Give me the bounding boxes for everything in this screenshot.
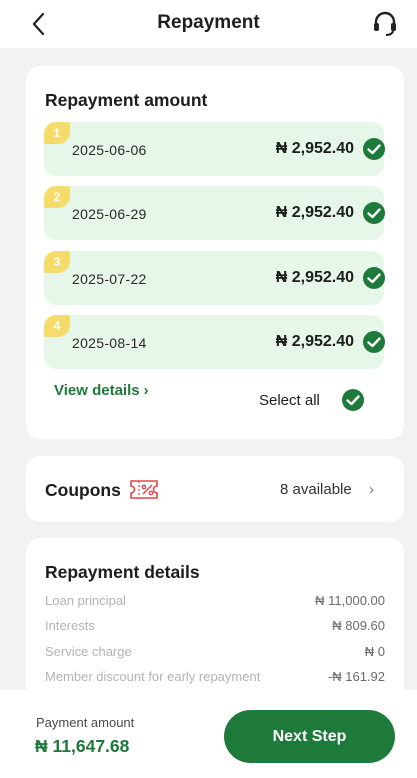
check-circle-icon[interactable] — [362, 266, 386, 290]
check-circle-icon[interactable] — [362, 201, 386, 225]
coupons-label: Coupons — [45, 480, 121, 500]
detail-row: Interests ₦ 809.60 — [45, 618, 385, 638]
repayment-details-card: Repayment details Loan principal ₦ 11,00… — [26, 538, 404, 708]
detail-value: ₦ 0 — [364, 644, 385, 659]
installment-row[interactable]: 1 2025-06-06 ₦ 2,952.40 — [44, 122, 386, 176]
select-all-check-icon[interactable] — [341, 388, 365, 412]
detail-label: Interests — [45, 618, 95, 633]
detail-value: ₦ 809.60 — [332, 618, 385, 633]
installment-date: 2025-06-06 — [72, 142, 147, 158]
installment-number-badge: 2 — [44, 186, 70, 208]
detail-label: Member discount for early repayment — [45, 669, 261, 684]
installment-amount: ₦ 2,952.40 — [275, 204, 354, 221]
repayment-amount-card: Repayment amount 1 2025-06-06 ₦ 2,952.40… — [26, 66, 404, 439]
detail-label: Service charge — [45, 644, 132, 659]
page-title: Repayment — [157, 12, 260, 33]
coupons-card[interactable]: Coupons 8 available › — [26, 456, 404, 522]
check-circle-icon[interactable] — [362, 137, 386, 161]
installment-row[interactable]: 4 2025-08-14 ₦ 2,952.40 — [44, 315, 386, 369]
headset-support-icon[interactable] — [371, 10, 399, 38]
detail-row: Loan principal ₦ 11,000.00 — [45, 593, 385, 613]
payment-amount-value: ₦ 11,647.68 — [35, 736, 130, 756]
next-step-button[interactable]: Next Step — [224, 710, 395, 763]
detail-value: ₦ 11,000.00 — [315, 593, 385, 608]
app-header: Repayment — [0, 0, 417, 48]
detail-row: Member discount for early repayment -₦ 1… — [45, 669, 385, 689]
installment-row[interactable]: 3 2025-07-22 ₦ 2,952.40 — [44, 251, 386, 305]
installment-amount: ₦ 2,952.40 — [275, 269, 354, 286]
installment-amount: ₦ 2,952.40 — [275, 333, 354, 350]
repayment-details-title: Repayment details — [45, 562, 200, 582]
installment-date: 2025-08-14 — [72, 335, 147, 351]
chevron-right-icon: › — [143, 382, 149, 399]
installment-row[interactable]: 2 2025-06-29 ₦ 2,952.40 — [44, 186, 386, 240]
installment-date: 2025-06-29 — [72, 206, 147, 222]
view-details-link[interactable]: View details › — [54, 382, 149, 399]
installment-date: 2025-07-22 — [72, 271, 147, 287]
detail-row: Service charge ₦ 0 — [45, 644, 385, 664]
installment-number-badge: 3 — [44, 251, 70, 273]
coupons-available[interactable]: 8 available — [280, 481, 352, 498]
installment-number-badge: 1 — [44, 122, 70, 144]
installment-number-badge: 4 — [44, 315, 70, 337]
installment-amount: ₦ 2,952.40 — [275, 140, 354, 157]
detail-value: -₦ 161.92 — [327, 669, 385, 684]
select-all-label[interactable]: Select all — [259, 392, 320, 409]
payment-footer: Payment amount ₦ 11,647.68 Next Step — [0, 690, 417, 778]
payment-amount-label: Payment amount — [36, 715, 135, 730]
coupon-percent-icon — [130, 480, 158, 499]
view-details-label: View details — [54, 382, 140, 399]
check-circle-icon[interactable] — [362, 330, 386, 354]
repayment-amount-title: Repayment amount — [45, 90, 208, 110]
detail-label: Loan principal — [45, 593, 126, 608]
chevron-right-icon[interactable]: › — [369, 481, 374, 498]
